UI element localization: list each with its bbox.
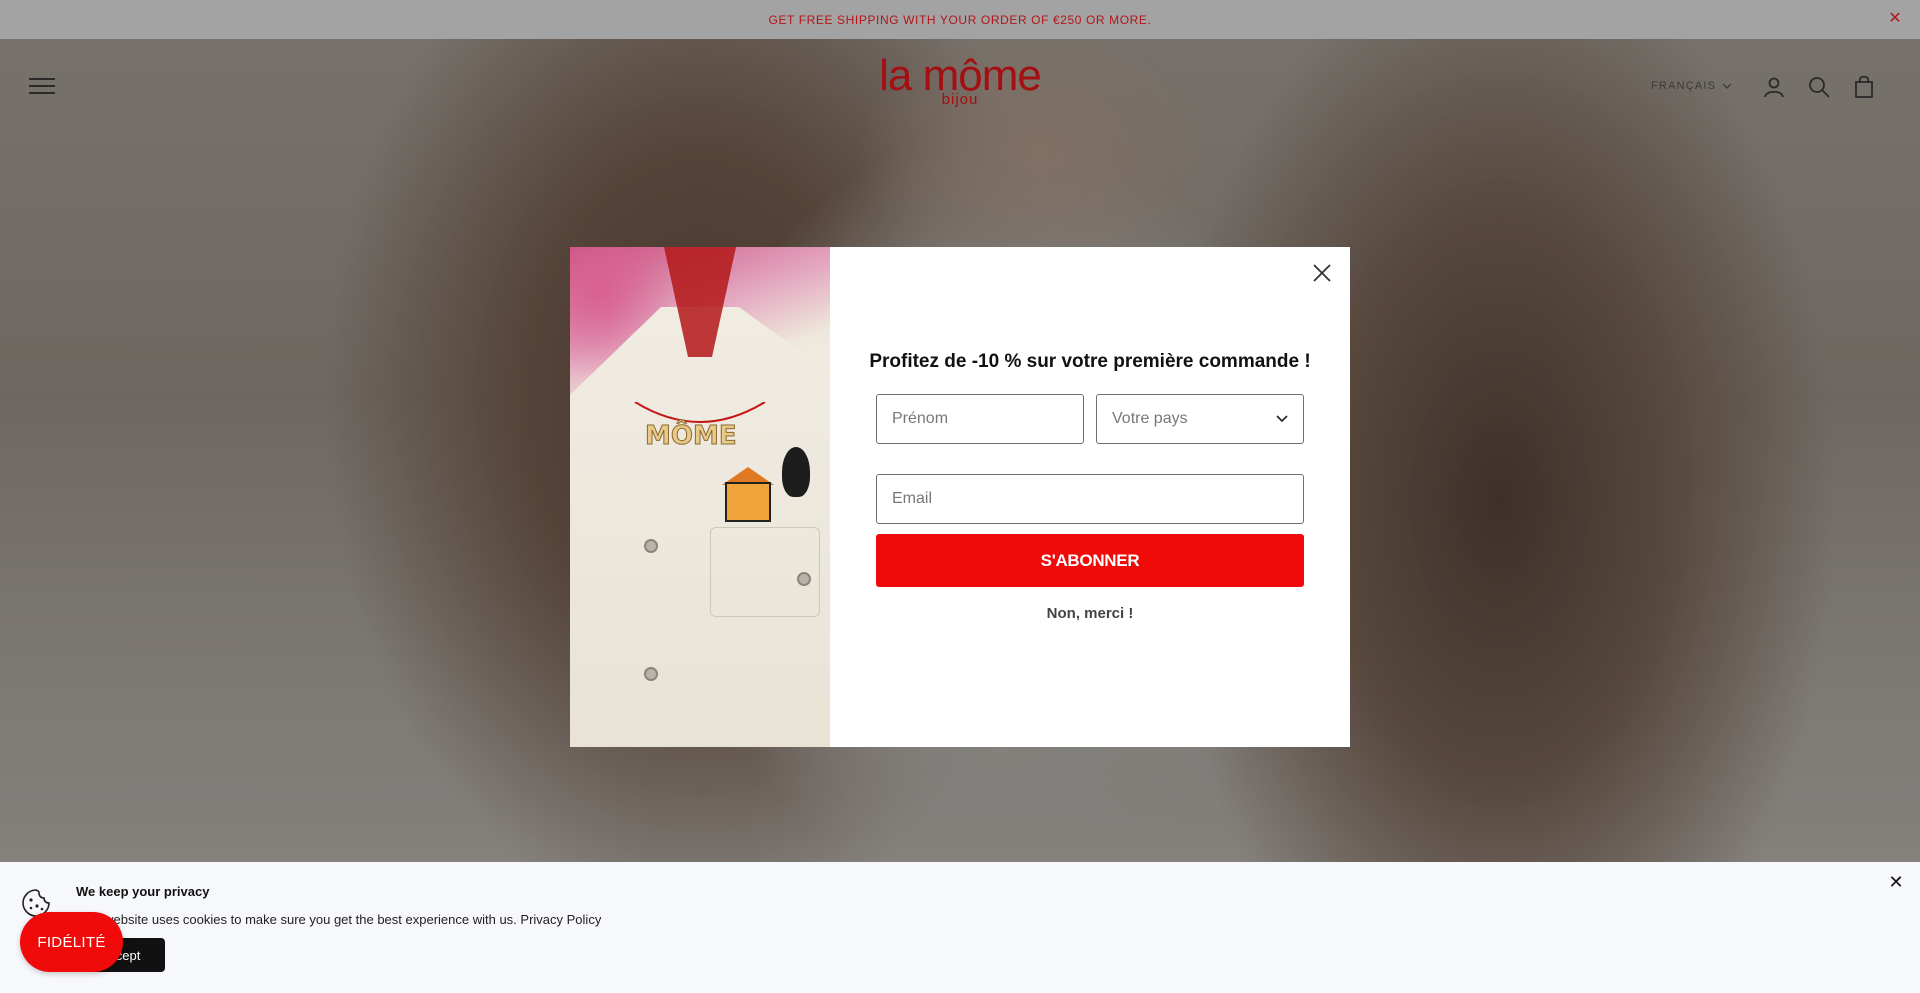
chevron-down-icon [1276,415,1288,423]
close-icon[interactable]: ✕ [1886,872,1906,892]
popup-title: Profitez de -10 % sur votre première com… [869,351,1311,372]
close-icon[interactable]: ✕ [1886,10,1904,28]
cookie-message: This website uses cookies to make sure y… [76,912,517,927]
necklace-text: MÔME [645,419,737,451]
cookie-title: We keep your privacy [76,884,210,899]
loyalty-button[interactable]: FIDÉLITÉ [20,912,123,972]
newsletter-popup: MÔME Profitez de -10 % sur votre premièr… [570,247,1350,747]
cookie-banner: We keep your privacy This website uses c… [0,862,1920,993]
announcement-text: GET FREE SHIPPING WITH YOUR ORDER OF €25… [768,12,1152,27]
logo[interactable]: la môme bijou [860,53,1060,109]
country-placeholder: Votre pays [1112,410,1188,427]
site-header: la môme bijou FRANÇAIS [0,39,1920,135]
language-selector[interactable]: FRANÇAIS [1651,80,1732,92]
privacy-policy-link[interactable]: Privacy Policy [520,912,601,927]
search-icon[interactable] [1807,75,1831,99]
announcement-bar: GET FREE SHIPPING WITH YOUR ORDER OF €25… [0,0,1920,39]
subscribe-button[interactable]: S'ABONNER [876,534,1304,587]
chevron-down-icon [1722,83,1732,89]
popup-form: Profitez de -10 % sur votre première com… [830,247,1350,747]
email-input[interactable]: Email [876,474,1304,524]
language-label: FRANÇAIS [1651,80,1717,92]
close-icon[interactable] [1308,259,1336,287]
country-select[interactable]: Votre pays [1096,394,1304,444]
account-icon[interactable] [1762,75,1786,99]
decline-link[interactable]: Non, merci ! [830,605,1350,622]
popup-product-image: MÔME [570,247,830,747]
menu-icon[interactable] [29,78,55,96]
cookie-text: This website uses cookies to make sure y… [76,912,601,927]
necklace-illustration: MÔME [634,402,766,452]
cart-icon[interactable] [1852,75,1876,99]
first-name-input[interactable]: Prénom [876,394,1084,444]
